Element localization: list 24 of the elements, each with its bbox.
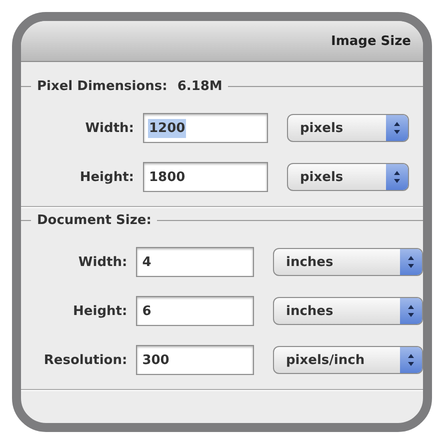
section-legend: Document Size: bbox=[37, 212, 152, 228]
unit-dropdown[interactable]: pixels bbox=[287, 114, 409, 142]
window-title: Image Size bbox=[330, 34, 411, 48]
input-field[interactable]: 1800 bbox=[143, 162, 268, 192]
section-value: 6.18M bbox=[177, 78, 222, 94]
stepper-icon bbox=[400, 298, 422, 324]
field-label: Width: bbox=[77, 254, 128, 270]
unit-dropdown[interactable]: pixels/inch bbox=[273, 346, 423, 374]
stepper-icon bbox=[386, 164, 408, 190]
input-field[interactable]: 1200 bbox=[143, 113, 268, 143]
field-label: Height: bbox=[78, 170, 135, 184]
input-field[interactable]: 300 bbox=[136, 345, 254, 375]
stepper-icon bbox=[386, 115, 408, 141]
section-legend: Pixel Dimensions: bbox=[37, 78, 168, 94]
input-field[interactable]: 4 bbox=[136, 247, 254, 277]
stepper-icon bbox=[400, 249, 422, 275]
unit-dropdown[interactable]: inches bbox=[273, 248, 423, 276]
input-field[interactable]: 6 bbox=[136, 296, 254, 326]
field-label: Resolution: bbox=[42, 352, 128, 368]
field-label: Height: bbox=[72, 304, 128, 318]
unit-dropdown[interactable]: inches bbox=[273, 297, 423, 325]
field-label: Width: bbox=[84, 120, 135, 136]
stepper-icon bbox=[400, 347, 422, 373]
unit-dropdown[interactable]: pixels bbox=[287, 163, 409, 191]
